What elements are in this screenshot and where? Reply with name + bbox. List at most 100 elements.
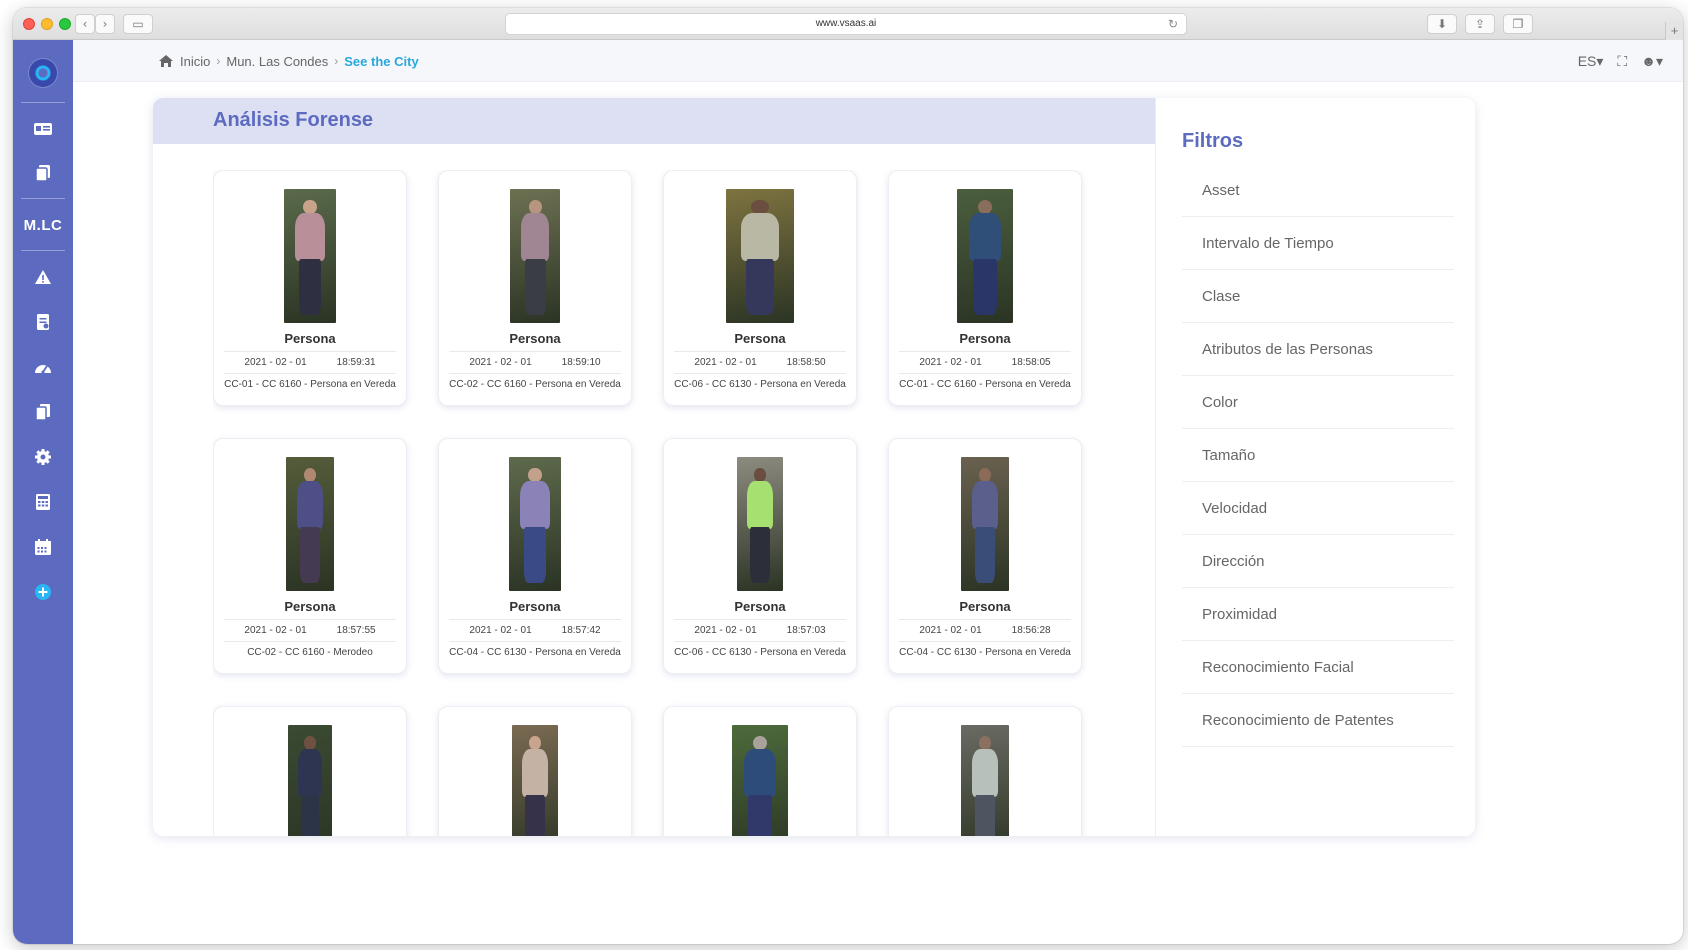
card-date: 2021 - 02 - 01 [694,625,757,636]
close-window-button[interactable] [23,18,35,30]
card-class-label: Persona [959,599,1011,614]
result-card[interactable] [438,706,632,836]
person-legs [525,794,545,836]
sidebar-toggle-button[interactable]: ▭ [123,14,153,34]
filters-title: Filtros [1182,130,1244,152]
card-divider [674,619,846,620]
result-card[interactable]: Persona 2021 - 02 - 01 18:56:28 CC-04 - CC … [888,438,1082,674]
filter-item[interactable]: Intervalo de Tiempo [1182,217,1454,270]
sidebar: M.LC [13,40,73,944]
sidebar-item-brand[interactable]: M.LC [13,210,73,240]
filters-list: Asset Intervalo de Tiempo Clase Atributos d… [1182,164,1454,747]
user-menu-icon[interactable]: ☻▾ [1641,53,1663,70]
filter-item[interactable]: Dirección [1182,535,1454,588]
filter-item[interactable]: Velocidad [1182,482,1454,535]
breadcrumb-municipality[interactable]: Mun. Las Condes [226,54,328,69]
language-selector[interactable]: ES▾ [1578,53,1604,70]
filter-item[interactable]: Atributos de las Personas [1182,323,1454,376]
sidebar-item-dashboard[interactable] [13,352,73,382]
person-thumbnail[interactable] [284,189,336,323]
person-torso [971,749,999,798]
person-thumbnail[interactable] [961,457,1009,591]
filter-item[interactable]: Asset [1182,164,1454,217]
card-time: 18:57:03 [786,625,826,636]
sidebar-item-calendar[interactable] [13,532,73,562]
filter-item[interactable]: Color [1182,376,1454,429]
result-card[interactable]: Persona 2021 - 02 - 01 18:58:50 CC-06 - CC … [663,170,857,406]
new-tab-button[interactable]: + [1665,22,1683,40]
sidebar-item-cards[interactable] [13,114,73,144]
result-card[interactable]: Persona 2021 - 02 - 01 18:57:03 CC-06 - CC … [663,438,857,674]
person-thumbnail[interactable] [732,725,788,836]
card-time: 18:57:42 [561,625,601,636]
result-card[interactable]: Persona 2021 - 02 - 01 18:58:05 CC-01 - CC … [888,170,1082,406]
person-thumbnail[interactable] [726,189,794,323]
zoom-window-button[interactable] [59,18,71,30]
card-time: 18:58:50 [786,357,826,368]
person-legs [299,258,321,315]
breadcrumb-home[interactable]: Inicio [180,54,210,69]
card-divider [674,641,846,642]
sidebar-logo[interactable] [13,58,73,88]
card-divider [224,619,396,620]
result-card[interactable]: Persona 2021 - 02 - 01 18:59:31 CC-01 - CC … [213,170,407,406]
result-card[interactable] [663,706,857,836]
card-divider [674,373,846,374]
person-thumbnail[interactable] [509,457,561,591]
card-date: 2021 - 02 - 01 [244,625,307,636]
forward-button[interactable]: › [95,14,115,34]
breadcrumb-separator-icon: › [216,54,221,68]
breadcrumb-current[interactable]: See the City [344,54,418,69]
card-timestamp: 2021 - 02 - 01 18:58:05 [889,357,1081,368]
person-torso [744,749,776,798]
filter-item[interactable]: Clase [1182,270,1454,323]
person-torso [296,481,324,530]
sidebar-item-calculator[interactable] [13,487,73,517]
sidebar-item-documents[interactable] [13,397,73,427]
person-thumbnail[interactable] [288,725,332,836]
add-circle-icon [35,584,51,600]
person-thumbnail[interactable] [737,457,783,591]
result-card[interactable]: Persona 2021 - 02 - 01 18:59:10 CC-02 - CC … [438,170,632,406]
warning-icon [35,270,51,284]
sidebar-item-alerts[interactable] [13,262,73,292]
card-divider [899,641,1071,642]
back-button[interactable]: ‹ [75,14,95,34]
person-thumbnail[interactable] [512,725,558,836]
sidebar-item-copies[interactable] [13,158,73,188]
minimize-window-button[interactable] [41,18,53,30]
filter-item[interactable]: Proximidad [1182,588,1454,641]
filter-item[interactable]: Tamaño [1182,429,1454,482]
share-button[interactable]: ⇪ [1465,14,1495,34]
downloads-button[interactable]: ⬇ [1427,14,1457,34]
result-card[interactable]: Persona 2021 - 02 - 01 18:57:55 CC-02 - CC … [213,438,407,674]
person-legs [973,258,997,315]
fullscreen-icon[interactable]: ⛶ [1617,53,1627,70]
result-card[interactable] [213,706,407,836]
address-bar[interactable]: www.vsaas.ai ↻ [505,13,1187,35]
person-thumbnail[interactable] [286,457,334,591]
chevron-left-icon: ‹ [82,17,88,31]
sidebar-toggle-icon: ▭ [132,17,144,31]
filter-item[interactable]: Reconocimiento de Patentes [1182,694,1454,747]
person-thumbnail[interactable] [510,189,560,323]
document-icon [35,404,50,421]
sidebar-item-settings[interactable] [13,442,73,472]
reload-icon[interactable]: ↻ [1168,14,1178,34]
card-timestamp: 2021 - 02 - 01 18:59:10 [439,357,631,368]
card-camera: CC-06 - CC 6130 - Persona en Vereda [674,379,846,390]
person-thumbnail[interactable] [961,725,1009,836]
person-thumbnail[interactable] [957,189,1013,323]
filter-item[interactable]: Reconocimiento Facial [1182,641,1454,694]
result-card[interactable]: Persona 2021 - 02 - 01 18:57:42 CC-04 - CC … [438,438,632,674]
card-class-label: Persona [509,599,561,614]
browser-toolbar: ‹ › ▭ www.vsaas.ai ↻ ⬇ ⇪ ❐ + [13,8,1683,40]
result-card[interactable] [888,706,1082,836]
card-time: 18:59:10 [561,357,601,368]
gear-icon [35,449,51,465]
tabs-overview-button[interactable]: ❐ [1503,14,1533,34]
home-icon[interactable] [158,54,174,68]
card-date: 2021 - 02 - 01 [919,357,982,368]
sidebar-item-add[interactable] [13,577,73,607]
sidebar-item-reports[interactable] [13,307,73,337]
